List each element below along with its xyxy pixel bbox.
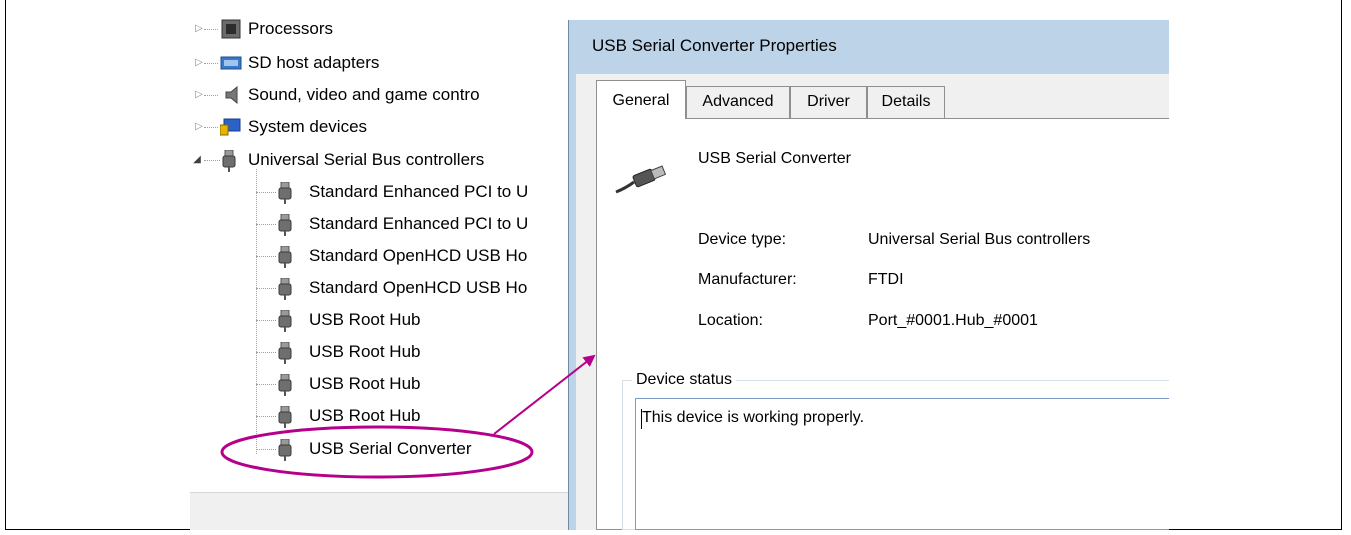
usb-plug-icon [278, 341, 292, 364]
tab-details[interactable]: Details [867, 86, 945, 118]
tree-item-label: USB Root Hub [309, 406, 421, 425]
location-label: Location: [698, 312, 763, 329]
device-status-text: This device is working properly. [642, 409, 865, 426]
usb-cable-icon [612, 164, 668, 198]
tree-item-label: Standard OpenHCD USB Ho [309, 278, 528, 297]
status-bar [190, 492, 568, 530]
tree-item-label: Processors [248, 19, 334, 38]
tree-item-label: Sound, video and game contro [248, 85, 480, 104]
usb-plug-icon [278, 373, 292, 396]
device-type-value: Universal Serial Bus controllers [868, 231, 1091, 248]
location-value: Port_#0001.Hub_#0001 [868, 312, 1038, 329]
usb-plug-icon [278, 213, 292, 236]
speaker-icon [224, 85, 242, 105]
device-name: USB Serial Converter [698, 150, 851, 167]
tab-general[interactable]: General [596, 80, 686, 119]
usb-plug-icon [278, 438, 292, 461]
tree-item-label: Standard Enhanced PCI to U [309, 182, 529, 201]
usb-plug-icon [278, 405, 292, 428]
tab-driver[interactable]: Driver [790, 86, 867, 118]
collapse-arrow-icon[interactable]: ◢ [190, 147, 204, 173]
tree-item-label: SD host adapters [248, 53, 380, 72]
tree-item-label: USB Root Hub [309, 310, 421, 329]
usb-plug-icon [222, 149, 236, 172]
tree-item-label: USB Serial Converter [309, 439, 472, 458]
sd-adapter-icon [220, 55, 242, 71]
dialog-title: USB Serial Converter Properties [592, 36, 837, 55]
usb-plug-icon [278, 277, 292, 300]
device-status-caption: Device status [632, 371, 737, 389]
usb-plug-icon [278, 245, 292, 268]
system-devices-icon [219, 117, 242, 137]
tree-item-label: System devices [248, 117, 368, 136]
tree-item-label: Standard Enhanced PCI to U [309, 214, 529, 233]
device-status-textbox[interactable]: This device is working properly. [635, 398, 1169, 530]
tree-item-label: Universal Serial Bus controllers [248, 150, 485, 169]
device-type-label: Device type: [698, 231, 787, 248]
device-tree: ▷ Processors ▷ SD host adapters ▷ Sound,… [190, 16, 568, 492]
tab-advanced[interactable]: Advanced [686, 86, 790, 118]
tree-item-label: USB Root Hub [309, 342, 421, 361]
usb-plug-icon [278, 309, 292, 332]
processor-icon [220, 19, 242, 39]
usb-plug-icon [278, 181, 292, 204]
manufacturer-label: Manufacturer: [698, 271, 797, 288]
tree-item-label: USB Root Hub [309, 374, 421, 393]
tree-item-label: Standard OpenHCD USB Ho [309, 246, 528, 265]
manufacturer-value: FTDI [868, 271, 904, 288]
